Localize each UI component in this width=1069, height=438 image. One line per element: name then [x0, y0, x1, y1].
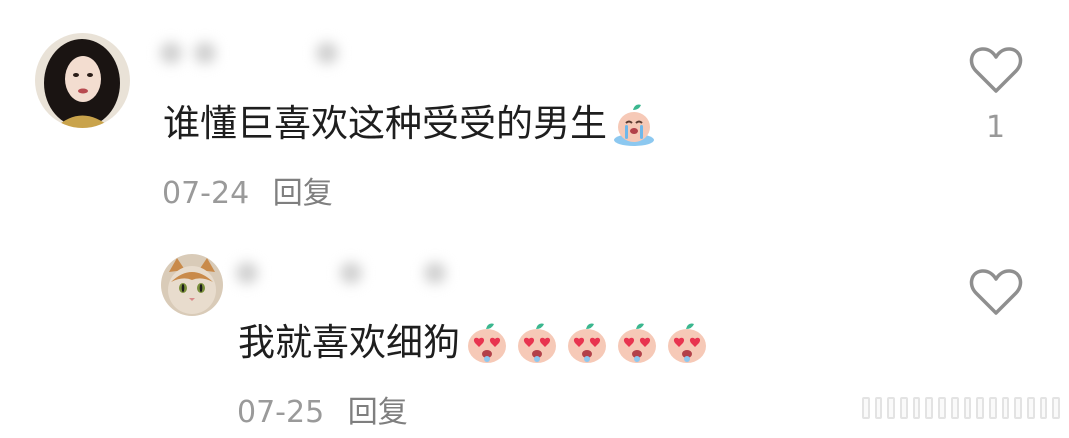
- like-count: 1: [986, 110, 1006, 145]
- commenter-avatar[interactable]: [35, 33, 130, 128]
- reply-text-content: 我就喜欢细狗: [238, 321, 460, 364]
- comment-date: 07-24: [162, 176, 250, 211]
- replier-avatar[interactable]: [161, 254, 223, 316]
- like-heart-icon[interactable]: [969, 268, 1023, 316]
- heart-eyes-peach-emoji: [464, 320, 510, 366]
- like-heart-icon[interactable]: [969, 46, 1023, 94]
- comment-meta: 07-24 回复: [162, 168, 333, 212]
- watermark: [862, 397, 1060, 419]
- comment-text-content: 谁懂巨喜欢这种受受的男生: [163, 102, 607, 145]
- heart-eyes-peach-emoji: [514, 320, 560, 366]
- heart-eyes-peach-emoji: [664, 320, 710, 366]
- crying-peach-emoji: [611, 101, 657, 147]
- comment-text: 谁懂巨喜欢这种受受的男生: [163, 101, 657, 147]
- reply-meta: 07-25 回复: [237, 387, 408, 431]
- blurred-username: [160, 42, 350, 64]
- blurred-username: [236, 262, 458, 284]
- heart-eyes-peach-emoji: [564, 320, 610, 366]
- reply-button[interactable]: 回复: [348, 395, 408, 430]
- reply-button[interactable]: 回复: [273, 176, 333, 211]
- reply-date: 07-25: [237, 395, 325, 430]
- heart-eyes-peach-emoji: [614, 320, 660, 366]
- reply-text: 我就喜欢细狗: [238, 320, 710, 366]
